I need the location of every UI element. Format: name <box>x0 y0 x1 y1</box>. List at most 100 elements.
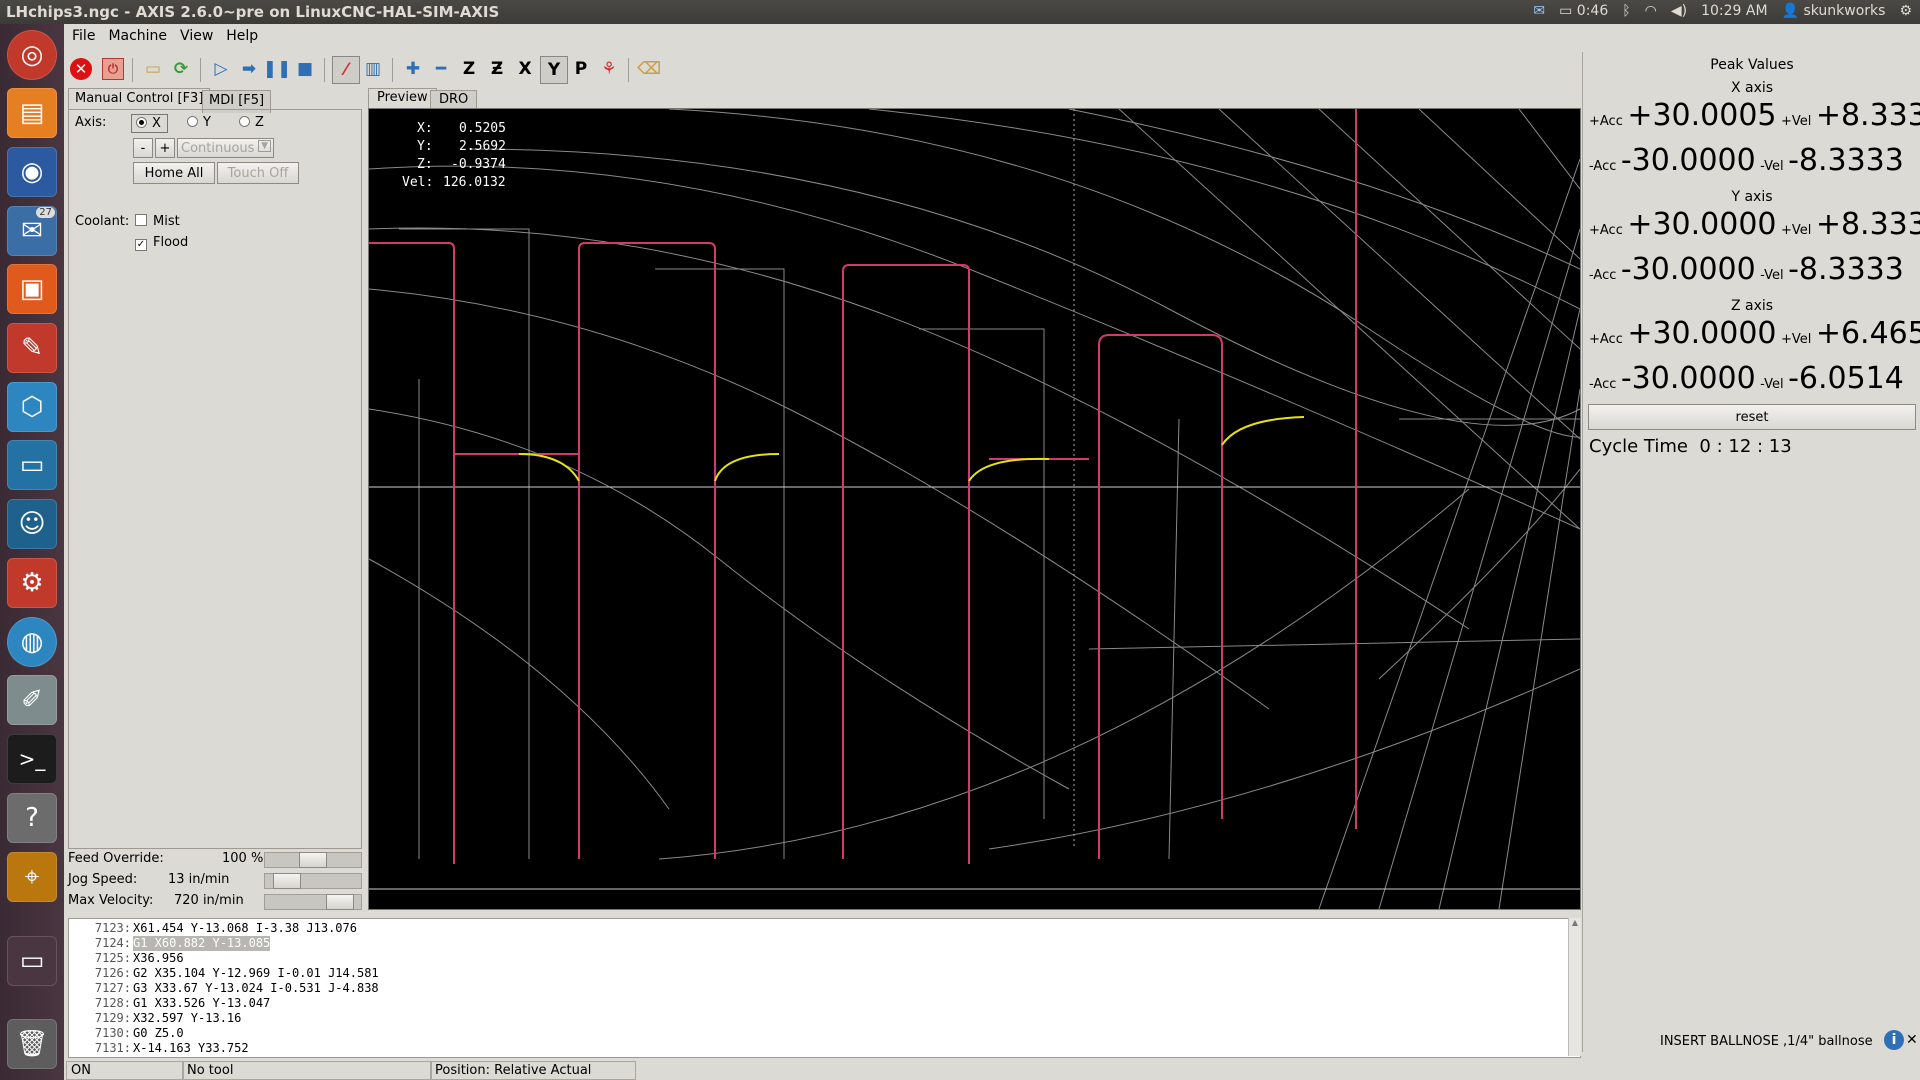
nvel-label: -Vel <box>1760 159 1784 174</box>
axis-radio-y[interactable]: Y <box>187 115 211 130</box>
firefox-icon[interactable]: ◉ <box>7 147 57 197</box>
axis-radio-z[interactable]: Z <box>239 115 264 130</box>
terminal-icon[interactable]: >_ <box>7 734 57 784</box>
workspace-icon[interactable]: ▭ <box>7 936 57 986</box>
tab-preview[interactable]: Preview <box>368 88 437 109</box>
text-editor-icon[interactable]: ✐ <box>7 675 57 725</box>
max-velocity-slider[interactable] <box>264 894 362 910</box>
open-file-icon[interactable]: ▭ <box>140 56 166 82</box>
gcode-line[interactable]: 7130: G0 Z5.0 <box>69 1026 1580 1041</box>
gcode-line[interactable]: 7124: G1 X60.882 Y-13.085 <box>69 936 1580 951</box>
flood-label: Flood <box>153 235 189 250</box>
slider-thumb[interactable] <box>299 852 327 868</box>
menu-machine[interactable]: Machine <box>100 24 172 44</box>
mail-icon[interactable]: ✉ <box>1533 3 1545 19</box>
zoom-out-icon[interactable]: ━ <box>428 56 454 82</box>
gcode-scrollbar[interactable]: ▲ <box>1568 918 1581 1056</box>
settings-tools-icon[interactable]: ✎ <box>7 323 57 373</box>
pause-icon[interactable]: ❚❚ <box>263 56 292 82</box>
rotate-view-icon[interactable]: ⚘ <box>596 56 622 82</box>
run-icon[interactable]: ▷ <box>208 56 234 82</box>
view-x-icon[interactable]: X <box>512 56 538 82</box>
gcode-line[interactable]: 7127: G3 X33.67 Y-13.024 I-0.531 J-4.838 <box>69 981 1580 996</box>
axis-radio-x[interactable]: X <box>131 114 168 133</box>
chrome-icon[interactable]: ◍ <box>7 617 57 667</box>
files-icon[interactable]: ▤ <box>7 88 57 138</box>
flood-checkbox[interactable]: ✓ Flood <box>135 235 188 251</box>
clear-plot-icon[interactable]: ⌫ <box>636 56 662 82</box>
gcode-line[interactable]: 7129: X32.597 Y-13.16 <box>69 1011 1580 1026</box>
home-all-button[interactable]: Home All <box>133 162 215 184</box>
clock[interactable]: 10:29 AM <box>1701 3 1767 19</box>
system-settings-icon[interactable]: ⚙ <box>7 558 57 608</box>
machine-power-icon[interactable]: ⏻ <box>100 56 126 82</box>
flood-check-indicator: ✓ <box>135 239 147 251</box>
slider-thumb[interactable] <box>326 894 354 910</box>
peak-neg-row: -Acc -30.0000 -Vel -8.3333 <box>1589 252 1904 287</box>
virtualbox-icon[interactable]: ⬡ <box>7 382 57 432</box>
user-menu[interactable]: 👤 skunkworks <box>1782 3 1886 19</box>
peak-values-title: Peak Values <box>1710 57 1794 73</box>
gcode-line[interactable]: 7131: X-14.163 Y33.752 <box>69 1041 1580 1056</box>
help-icon[interactable]: ? <box>7 793 57 843</box>
peak-pos-vel: +8.3333 <box>1815 207 1920 242</box>
peak-pos-vel: +8.3333 <box>1815 98 1920 133</box>
view-perspective-icon[interactable]: P <box>568 56 594 82</box>
menu-help[interactable]: Help <box>218 24 263 44</box>
jog-speed-slider[interactable] <box>264 873 362 889</box>
wifi-icon[interactable]: ◠ <box>1645 3 1657 19</box>
installer-icon[interactable]: ▣ <box>7 264 57 314</box>
messaging-icon[interactable]: ☺ <box>7 499 57 549</box>
step-icon[interactable]: ➡ <box>236 56 262 82</box>
view-z2-icon[interactable]: Ƶ <box>484 56 510 82</box>
trash-icon[interactable]: 🗑 <box>7 1019 57 1069</box>
menu-file[interactable]: File <box>64 24 100 44</box>
reset-button[interactable]: reset <box>1588 404 1916 430</box>
axis-app-icon[interactable]: ⌖ <box>7 852 57 902</box>
pacc-label: +Acc <box>1589 332 1623 347</box>
bluetooth-icon[interactable]: ᛒ <box>1622 3 1630 19</box>
unread-badge: 27 <box>36 207 55 218</box>
reload-icon[interactable]: ⟳ <box>168 56 194 82</box>
jog-minus-button[interactable]: - <box>133 138 153 158</box>
jog-speed-value: 13 in/min <box>168 872 230 887</box>
gcode-line[interactable]: 7128: G1 X33.526 Y-13.047 <box>69 996 1580 1011</box>
jog-increment-select[interactable]: Continuous ▼ <box>177 138 274 158</box>
gear-icon[interactable]: ⚙ <box>1899 3 1912 19</box>
dro-vel-label: Vel: <box>402 175 434 190</box>
feed-override-slider[interactable] <box>264 852 362 868</box>
view-y-icon[interactable]: Y <box>540 56 568 84</box>
gcode-line[interactable]: 7125: X36.956 <box>69 951 1580 966</box>
gcode-listing[interactable]: 7123: X61.454 Y-13.068 I-3.38 J13.076 7124… <box>68 918 1581 1058</box>
gcode-line[interactable]: 7123: X61.454 Y-13.068 I-3.38 J13.076 <box>69 921 1580 936</box>
slider-thumb[interactable] <box>273 873 301 889</box>
optional-stop-icon[interactable]: ▥ <box>360 56 386 82</box>
peak-pos-row: +Acc +30.0000 +Vel +6.4650 <box>1589 316 1920 351</box>
view-z-icon[interactable]: Z <box>456 56 482 82</box>
estop-icon[interactable]: ✕ <box>68 56 94 82</box>
feed-override-label: Feed Override: <box>68 851 164 866</box>
zoom-in-icon[interactable]: ✚ <box>400 56 426 82</box>
toolpath-plot[interactable] <box>369 109 1580 909</box>
scroll-up-icon[interactable]: ▲ <box>1569 918 1581 927</box>
stop-icon[interactable]: ■ <box>292 56 318 82</box>
jog-plus-button[interactable]: + <box>155 138 175 158</box>
cycle-time: Cycle Time 0 : 12 : 13 <box>1589 436 1792 457</box>
gcode-line[interactable]: 7126: G2 X35.104 Y-12.969 I-0.01 J14.581 <box>69 966 1580 981</box>
volume-icon[interactable]: ◀) <box>1671 3 1687 19</box>
peak-neg-vel: -8.3333 <box>1788 252 1904 287</box>
close-icon[interactable]: ✕ <box>1906 1032 1918 1048</box>
dro-y-label: Y: <box>417 139 433 154</box>
jog-speed-label: Jog Speed: <box>68 872 138 887</box>
mist-checkbox[interactable]: Mist <box>135 214 180 229</box>
remote-desktop-icon[interactable]: ▭ <box>7 440 57 490</box>
dash-icon[interactable]: ◎ <box>7 30 57 80</box>
cycle-time-value: 0 : 12 : 13 <box>1699 436 1792 457</box>
toolpath-preview[interactable]: X: 0.5205 Y: 2.5692 Z: -0.9374 Vel: 126.0132 <box>368 108 1581 910</box>
peak-axis-name: Z axis <box>1730 298 1774 314</box>
battery-indicator[interactable]: ▭ 0:46 <box>1559 3 1608 19</box>
touch-off-button[interactable]: Touch Off <box>217 162 299 184</box>
thunderbird-icon[interactable]: ✉ 27 <box>7 206 57 256</box>
menu-view[interactable]: View <box>172 24 218 44</box>
block-delete-icon[interactable]: ⁄ <box>332 56 360 84</box>
